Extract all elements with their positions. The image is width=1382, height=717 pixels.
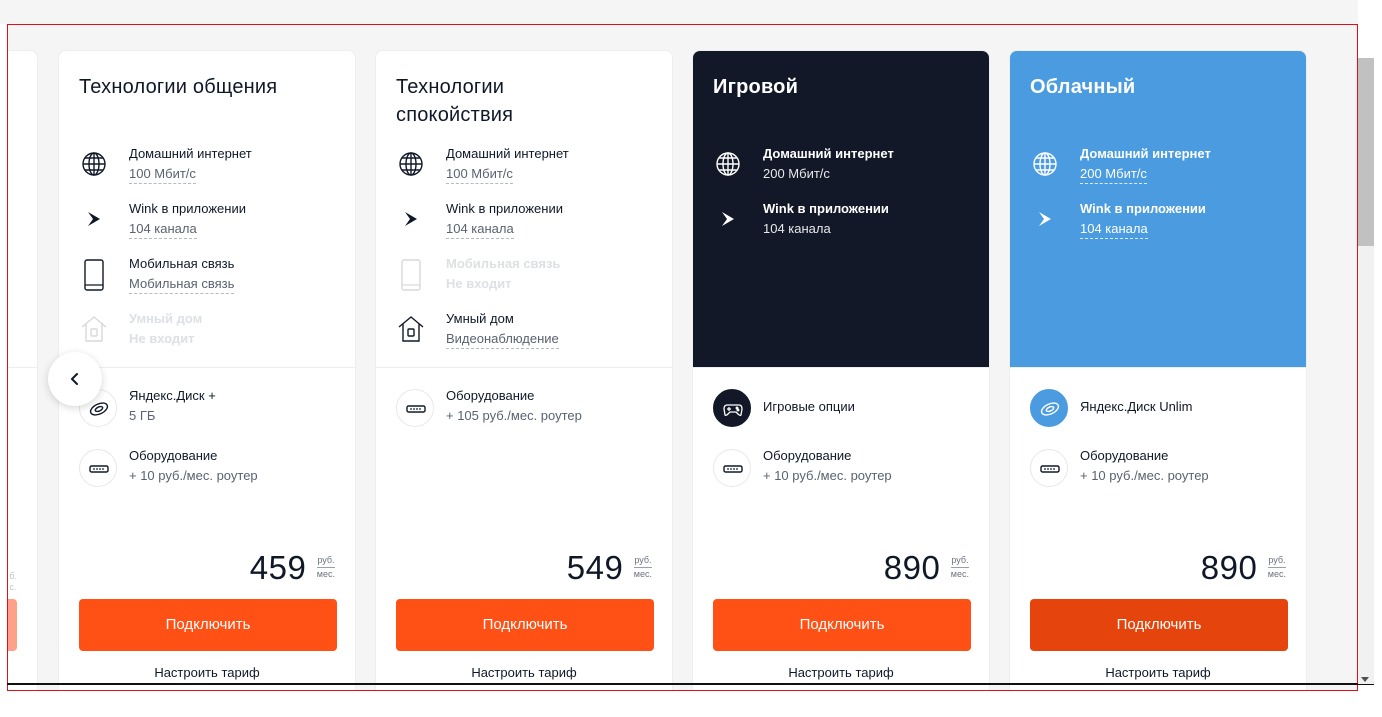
price-value: 549: [566, 549, 624, 586]
feature-mobile: Мобильная связь Мобильная связь: [79, 255, 339, 299]
tariff-card-partial: б. с.: [8, 50, 38, 690]
scrollbar-thumb[interactable]: [1358, 58, 1374, 246]
option-equipment: Оборудование + 105 руб./мес. роутер: [396, 387, 656, 431]
configure-tariff-link[interactable]: Настроить тариф: [376, 665, 672, 680]
price-value: 890: [883, 549, 941, 586]
connect-button[interactable]: Подключить: [79, 599, 337, 651]
card-title: Технологии спокойствия: [396, 76, 514, 126]
router-icon: [1030, 449, 1068, 487]
feature-value-link[interactable]: 104 канала: [1080, 221, 1148, 239]
option-yandex-disk: Яндекс.Диск + 5 ГБ: [79, 387, 339, 431]
connect-button[interactable]: Подключить: [1030, 599, 1288, 651]
feature-value-link[interactable]: 200 Мбит/с: [763, 166, 830, 183]
feature-value-link[interactable]: 100 Мбит/с: [446, 166, 513, 184]
option-gaming: Игровые опции: [713, 387, 973, 431]
horizontal-rule: [7, 683, 1374, 685]
tariff-card-oblachny: Облачный Домашний интернет 200 Мбит/с Wi…: [1009, 50, 1307, 690]
wink-icon: [713, 204, 743, 234]
partial-price-unit: б. с.: [9, 571, 17, 592]
configure-tariff-link[interactable]: Настроить тариф: [59, 665, 355, 680]
feature-internet: Домашний интернет 200 Мбит/с: [713, 145, 973, 189]
feature-value-link[interactable]: Мобильная связь: [129, 276, 235, 294]
connect-button[interactable]: Подключить: [713, 599, 971, 651]
option-equipment: Оборудование + 10 руб./мес. роутер: [1030, 447, 1290, 491]
price-unit: руб. мес.: [950, 555, 969, 579]
tariff-card-obshcheniya: Технологии общения Домашний интернет 100…: [58, 50, 356, 690]
connect-button[interactable]: Подключить: [396, 599, 654, 651]
feature-internet: Домашний интернет 100 Мбит/с: [79, 145, 339, 189]
partial-connect-button[interactable]: [8, 599, 17, 651]
feature-value-link[interactable]: 200 Мбит/с: [1080, 166, 1147, 184]
scroll-down-arrow-icon[interactable]: [1361, 677, 1369, 682]
page-top-strip: [0, 0, 1358, 24]
phone-icon: [396, 259, 426, 291]
feature-wink: Wink в приложении 104 канала: [79, 200, 339, 244]
price: 890 руб. мес.: [1201, 548, 1286, 588]
router-icon: [79, 449, 117, 487]
phone-icon: [79, 259, 109, 291]
price-unit: руб. мес.: [316, 555, 335, 579]
wink-icon: [1030, 204, 1060, 234]
feature-smart-home: Умный дом Не входит: [79, 310, 339, 354]
feature-wink: Wink в приложении 104 канала: [1030, 200, 1290, 244]
price: 890 руб. мес.: [884, 548, 969, 588]
feature-mobile: Мобильная связь Не входит: [396, 255, 656, 299]
price-value: 890: [1200, 549, 1258, 586]
router-icon: [396, 389, 434, 427]
price-value: 459: [249, 549, 307, 586]
smart-home-icon: [79, 314, 109, 344]
price: 549 руб. мес.: [567, 548, 652, 588]
tariff-card-igrovoy: Игровой Домашний интернет 200 Мбит/с Win…: [692, 50, 990, 690]
tariff-carousel: б. с. Технологии общения Домашний интерн…: [7, 24, 1358, 691]
globe-icon: [713, 149, 743, 179]
wink-icon: [396, 204, 426, 234]
feature-value-link[interactable]: 104 канала: [446, 221, 514, 239]
page-scrollbar[interactable]: [1358, 58, 1374, 684]
feature-wink: Wink в приложении 104 канала: [396, 200, 656, 244]
feature-value-link[interactable]: 104 канала: [129, 221, 197, 239]
feature-wink: Wink в приложении 104 канала: [713, 200, 973, 244]
price-unit: руб. мес.: [633, 555, 652, 579]
card-title: Технологии общения: [79, 76, 278, 98]
option-yandex-disk-unlim: Яндекс.Диск Unlim: [1030, 387, 1290, 431]
card-title: Игровой: [713, 76, 799, 98]
globe-icon: [396, 149, 426, 179]
yandex-disk-icon: [1030, 389, 1068, 427]
carousel-prev-button[interactable]: [48, 352, 102, 406]
tariff-card-spokoystviya: Технологии спокойствия Домашний интернет…: [375, 50, 673, 690]
smart-home-icon: [396, 314, 426, 344]
wink-icon: [79, 204, 109, 234]
feature-internet: Домашний интернет 100 Мбит/с: [396, 145, 656, 189]
globe-icon: [79, 149, 109, 179]
feature-value-link[interactable]: Видеонаблюдение: [446, 331, 559, 349]
configure-tariff-link[interactable]: Настроить тариф: [693, 665, 989, 680]
price-unit: руб. мес.: [1267, 555, 1286, 579]
feature-value-link[interactable]: 100 Мбит/с: [129, 166, 196, 184]
configure-tariff-link[interactable]: Настроить тариф: [1010, 665, 1306, 680]
chevron-left-icon: [71, 373, 78, 385]
globe-icon: [1030, 149, 1060, 179]
feature-internet: Домашний интернет 200 Мбит/с: [1030, 145, 1290, 189]
option-equipment: Оборудование + 10 руб./мес. роутер: [713, 447, 973, 491]
gamepad-icon: [713, 389, 751, 427]
option-equipment: Оборудование + 10 руб./мес. роутер: [79, 447, 339, 491]
price: 459 руб. мес.: [250, 548, 335, 588]
router-icon: [713, 449, 751, 487]
feature-value-link[interactable]: 104 канала: [763, 221, 831, 238]
card-title: Облачный: [1030, 76, 1136, 98]
feature-smart-home: Умный дом Видеонаблюдение: [396, 310, 656, 354]
